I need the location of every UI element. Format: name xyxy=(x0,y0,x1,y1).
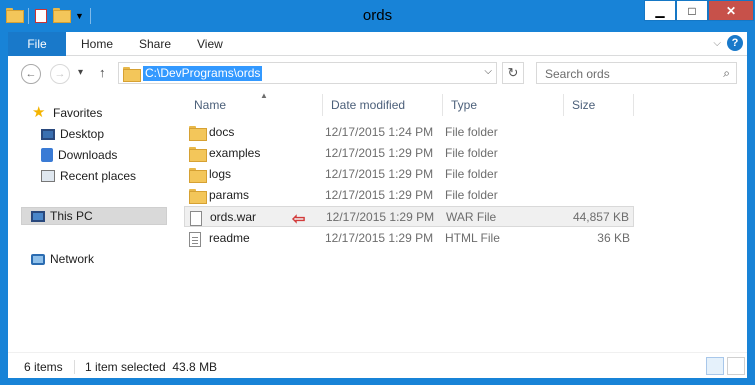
folder-icon xyxy=(123,67,141,82)
column-header-name[interactable]: Name xyxy=(186,94,323,116)
search-input[interactable]: Search ords ⌕ xyxy=(536,62,737,84)
up-button[interactable]: ↑ xyxy=(99,65,106,80)
ribbon-controls: ⌵ ? xyxy=(713,35,743,51)
file-icon xyxy=(190,211,202,226)
search-icon[interactable]: ⌕ xyxy=(723,66,730,81)
table-row-selected[interactable]: ords.war ⇦ 12/17/2015 1:29 PM WAR File 4… xyxy=(184,206,634,228)
star-icon: ★ xyxy=(32,104,46,121)
address-path[interactable]: C:\DevPrograms\ords xyxy=(143,66,263,81)
file-type: WAR File xyxy=(446,210,497,224)
search-placeholder: Search ords xyxy=(545,67,610,81)
recent-places-icon xyxy=(41,170,55,182)
status-bar: 6 items 1 item selected 43.8 MB xyxy=(8,352,747,378)
file-date: 12/17/2015 1:24 PM xyxy=(325,125,434,139)
file-size: 36 KB xyxy=(597,231,630,245)
address-bar[interactable]: C:\DevPrograms\ords ⌵ xyxy=(118,62,497,84)
nav-item-label: Desktop xyxy=(60,127,105,141)
address-dropdown-icon[interactable]: ⌵ xyxy=(484,66,492,77)
table-row[interactable]: readme 12/17/2015 1:29 PM HTML File 36 K… xyxy=(184,228,634,249)
file-date: 12/17/2015 1:29 PM xyxy=(325,188,434,202)
navigation-pane: ★ Favorites Desktop Downloads Recent pla… xyxy=(8,90,170,352)
nav-item-downloads[interactable]: Downloads xyxy=(41,146,117,164)
explorer-window: ▼ ords ▁ □ ✕ File Home Share View ⌵ ? ← … xyxy=(0,0,755,385)
forward-button[interactable]: → xyxy=(50,64,70,84)
html-file-icon xyxy=(189,232,201,247)
file-date: 12/17/2015 1:29 PM xyxy=(325,231,434,245)
file-date: 12/17/2015 1:29 PM xyxy=(326,210,435,224)
help-icon[interactable]: ? xyxy=(727,35,743,51)
table-row[interactable]: docs 12/17/2015 1:24 PM File folder xyxy=(184,122,634,143)
file-list: ▲ Name Date modified Type Size docs 12/1… xyxy=(170,90,747,352)
window-title: ords xyxy=(362,7,393,24)
network-icon xyxy=(31,253,45,265)
nav-item-this-pc[interactable]: This PC xyxy=(21,207,167,225)
refresh-button[interactable]: ↻ xyxy=(502,62,524,84)
column-header-size[interactable]: Size xyxy=(564,94,634,116)
nav-item-network[interactable]: Network xyxy=(31,250,94,268)
tab-file[interactable]: File xyxy=(8,32,66,56)
nav-item-desktop[interactable]: Desktop xyxy=(41,125,104,143)
title-bar: ▼ ords ▁ □ ✕ xyxy=(0,0,755,32)
desktop-icon xyxy=(41,128,55,140)
expand-ribbon-icon[interactable]: ⌵ xyxy=(713,38,721,49)
file-date: 12/17/2015 1:29 PM xyxy=(325,167,434,181)
file-name: readme xyxy=(209,231,250,245)
nav-item-label: Favorites xyxy=(53,106,103,120)
nav-item-favorites[interactable]: ★ Favorites xyxy=(32,104,102,122)
nav-item-label: Network xyxy=(50,252,95,266)
file-type: File folder xyxy=(445,167,498,181)
recent-locations-icon[interactable]: ▾ xyxy=(78,67,83,78)
large-icons-view-icon[interactable] xyxy=(727,357,745,375)
item-count: 6 items xyxy=(24,360,63,374)
nav-item-label: Recent places xyxy=(60,169,137,183)
folder-icon xyxy=(189,147,207,162)
window-controls: ▁ □ ✕ xyxy=(644,0,754,21)
file-type: File folder xyxy=(445,125,498,139)
file-name: ords.war xyxy=(210,210,257,224)
file-name: logs xyxy=(209,167,232,181)
folder-icon xyxy=(189,189,207,204)
column-header-date-modified[interactable]: Date modified xyxy=(323,94,443,116)
file-name: docs xyxy=(209,125,235,139)
file-type: File folder xyxy=(445,188,498,202)
table-row[interactable]: examples 12/17/2015 1:29 PM File folder xyxy=(184,143,634,164)
folder-icon xyxy=(189,168,207,183)
close-button[interactable]: ✕ xyxy=(708,0,754,21)
maximize-button[interactable]: □ xyxy=(676,0,708,21)
file-size: 44,857 KB xyxy=(572,210,629,224)
table-row[interactable]: params 12/17/2015 1:29 PM File folder xyxy=(184,185,634,206)
nav-item-label: Downloads xyxy=(58,148,118,162)
back-button[interactable]: ← xyxy=(21,64,41,84)
tab-share[interactable]: Share xyxy=(139,32,171,56)
file-name: examples xyxy=(209,146,261,160)
column-headers: ▲ Name Date modified Type Size xyxy=(184,90,634,120)
nav-item-recent-places[interactable]: Recent places xyxy=(41,167,136,185)
selection-info: 1 item selected 43.8 MB xyxy=(74,360,217,374)
downloads-icon xyxy=(41,148,53,162)
tab-home[interactable]: Home xyxy=(81,32,113,56)
file-name: params xyxy=(209,188,250,202)
minimize-button[interactable]: ▁ xyxy=(644,0,676,21)
this-pc-icon xyxy=(31,210,45,222)
arrow-annotation-icon: ⇦ xyxy=(292,211,306,228)
ribbon-tabs: File Home Share View ⌵ ? xyxy=(8,32,747,56)
tab-view[interactable]: View xyxy=(197,32,223,56)
file-type: HTML File xyxy=(445,231,500,245)
file-date: 12/17/2015 1:29 PM xyxy=(325,146,434,160)
content-area: ★ Favorites Desktop Downloads Recent pla… xyxy=(8,90,747,352)
nav-item-label: This PC xyxy=(50,209,93,223)
file-type: File folder xyxy=(445,146,498,160)
column-header-type[interactable]: Type xyxy=(443,94,564,116)
view-switcher xyxy=(706,357,745,375)
table-row[interactable]: logs 12/17/2015 1:29 PM File folder xyxy=(184,164,634,185)
navigation-bar: ← → ▾ ↑ C:\DevPrograms\ords ⌵ ↻ Search o… xyxy=(8,56,747,90)
folder-icon xyxy=(189,126,207,141)
details-view-icon[interactable] xyxy=(706,357,724,375)
